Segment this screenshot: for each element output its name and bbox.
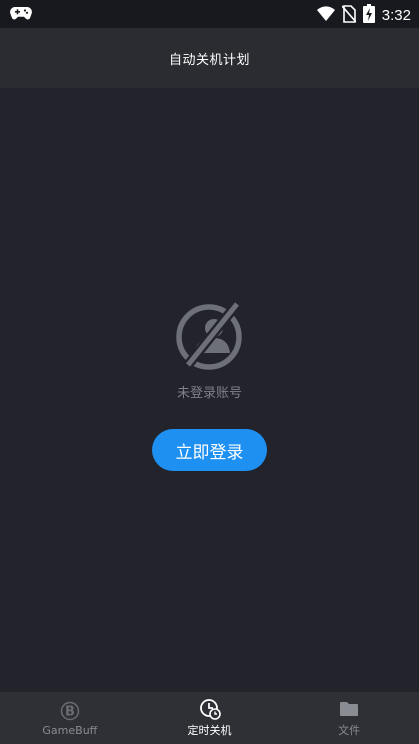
no-sim-icon (341, 4, 357, 27)
gamebuff-icon: B (60, 700, 80, 722)
nav-item-scheduled-shutdown[interactable]: 定时关机 (140, 692, 280, 744)
wifi-icon (316, 5, 335, 26)
clock-timer-icon (199, 698, 221, 720)
gamepad-icon (10, 6, 32, 25)
status-bar: 3:32 (0, 0, 419, 28)
page-title: 自动关机计划 (168, 52, 250, 68)
nav-label-scheduled-shutdown: 定时关机 (187, 724, 232, 737)
status-time: 3:32 (381, 7, 411, 24)
login-button[interactable]: 立即登录 (152, 429, 267, 471)
app-bar: 自动关机计划 (0, 28, 419, 88)
not-logged-in-message: 未登录账号 (176, 386, 242, 401)
no-account-icon (174, 300, 246, 372)
nav-label-gamebuff: GameBuff (42, 723, 98, 737)
nav-item-gamebuff[interactable]: B GameBuff (0, 692, 140, 744)
empty-state: 未登录账号 立即登录 (0, 88, 419, 692)
bottom-nav: B GameBuff 定时关机 文件 (0, 692, 419, 744)
nav-label-files: 文件 (338, 724, 361, 737)
svg-text:B: B (65, 704, 75, 719)
folder-icon (339, 698, 359, 720)
battery-charging-icon (362, 4, 375, 27)
nav-item-files[interactable]: 文件 (279, 692, 419, 744)
